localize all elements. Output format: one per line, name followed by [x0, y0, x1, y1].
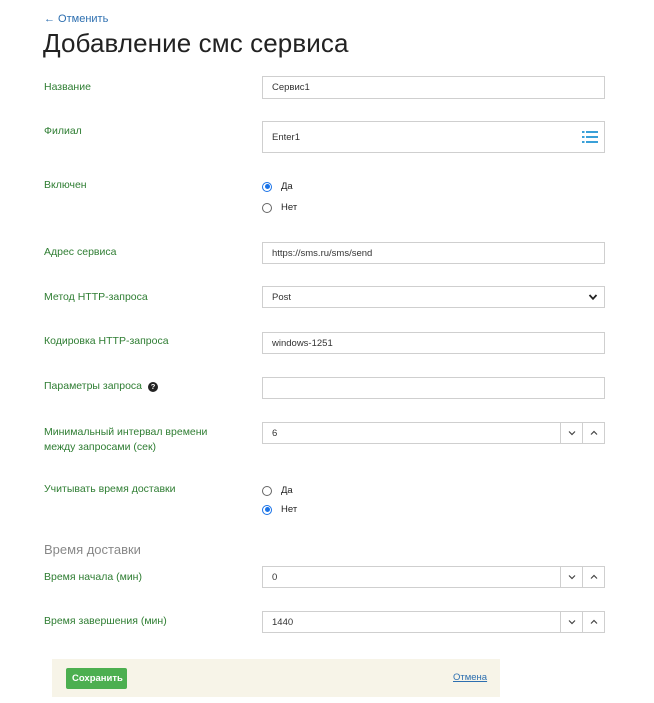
request-params-label: Параметры запроса?: [44, 379, 158, 394]
branch-label: Филиал: [44, 125, 82, 137]
chevron-up-icon: [590, 574, 597, 579]
start-time-value: 0: [272, 571, 278, 583]
end-time-increment-button[interactable]: [583, 611, 605, 633]
end-time-input[interactable]: 1440: [262, 611, 561, 633]
min-interval-label-line1: Минимальный интервал времени: [44, 426, 208, 438]
http-encoding-label: Кодировка HTTP-запроса: [44, 335, 169, 347]
end-time-value: 1440: [272, 616, 294, 628]
http-encoding-value: windows-1251: [272, 337, 333, 349]
page-title: Добавление смс сервиса: [43, 28, 349, 58]
enabled-yes-radio[interactable]: [262, 181, 272, 192]
name-input[interactable]: Сервис1: [262, 76, 605, 99]
cancel-link[interactable]: Отмена: [453, 672, 487, 683]
start-time-label: Время начала (мин): [44, 571, 142, 583]
min-interval-increment-button[interactable]: [583, 422, 605, 444]
enabled-yes-label: Да: [281, 181, 293, 192]
end-time-stepper[interactable]: 1440: [262, 611, 605, 633]
min-interval-value: 6: [272, 427, 278, 439]
name-input-value: Сервис1: [272, 82, 310, 93]
enabled-label: Включен: [44, 179, 87, 191]
request-params-input[interactable]: [262, 377, 605, 399]
service-address-input[interactable]: https://sms.ru/sms/send: [262, 242, 605, 264]
min-interval-label: Минимальный интервал времени между запро…: [44, 425, 207, 455]
start-time-increment-button[interactable]: [583, 566, 605, 588]
chevron-up-icon: [590, 619, 597, 624]
cancel-back-link[interactable]: ← Отменить: [44, 13, 108, 25]
start-time-input[interactable]: 0: [262, 566, 561, 588]
consider-delivery-label: Учитывать время доставки: [44, 483, 176, 495]
enabled-no-label: Нет: [281, 202, 298, 213]
enabled-yes-option[interactable]: Да: [262, 181, 293, 192]
chevron-down-icon: [588, 294, 598, 301]
enabled-no-option[interactable]: Нет: [262, 202, 297, 213]
min-interval-decrement-button[interactable]: [561, 422, 583, 444]
start-time-decrement-button[interactable]: [561, 566, 583, 588]
start-time-stepper[interactable]: 0: [262, 566, 605, 588]
service-address-value: https://sms.ru/sms/send: [272, 247, 373, 259]
branch-value: Enter1: [272, 131, 300, 143]
enabled-no-radio[interactable]: [262, 202, 272, 213]
delivery-section-title: Время доставки: [44, 542, 141, 557]
chevron-down-icon: [568, 575, 575, 580]
name-label: Название: [44, 81, 91, 93]
consider-delivery-no-radio[interactable]: [262, 504, 272, 515]
form-footer: Сохранить Отмена: [52, 659, 500, 697]
chevron-up-icon: [590, 430, 597, 435]
request-params-label-text: Параметры запроса: [44, 380, 142, 392]
consider-delivery-no-option[interactable]: Нет: [262, 504, 297, 515]
list-icon[interactable]: [582, 131, 598, 143]
consider-delivery-yes-option[interactable]: Да: [262, 485, 293, 496]
end-time-decrement-button[interactable]: [561, 611, 583, 633]
http-method-label: Метод HTTP-запроса: [44, 291, 148, 303]
end-time-label: Время завершения (мин): [44, 615, 167, 627]
branch-picker[interactable]: Enter1: [262, 121, 605, 153]
chevron-down-icon: [568, 431, 575, 436]
http-method-select[interactable]: Post: [262, 286, 605, 308]
consider-delivery-yes-label: Да: [281, 485, 293, 496]
question-icon[interactable]: ?: [148, 382, 158, 392]
min-interval-stepper[interactable]: 6: [262, 422, 605, 444]
consider-delivery-yes-radio[interactable]: [262, 485, 272, 496]
consider-delivery-no-label: Нет: [281, 504, 298, 515]
http-encoding-input[interactable]: windows-1251: [262, 332, 605, 354]
chevron-down-icon: [568, 620, 575, 625]
min-interval-input[interactable]: 6: [262, 422, 561, 444]
min-interval-label-line2: между запросами (сек): [44, 441, 157, 453]
save-button[interactable]: Сохранить: [66, 668, 127, 689]
service-address-label: Адрес сервиса: [44, 246, 117, 258]
http-method-value: Post: [272, 291, 292, 303]
